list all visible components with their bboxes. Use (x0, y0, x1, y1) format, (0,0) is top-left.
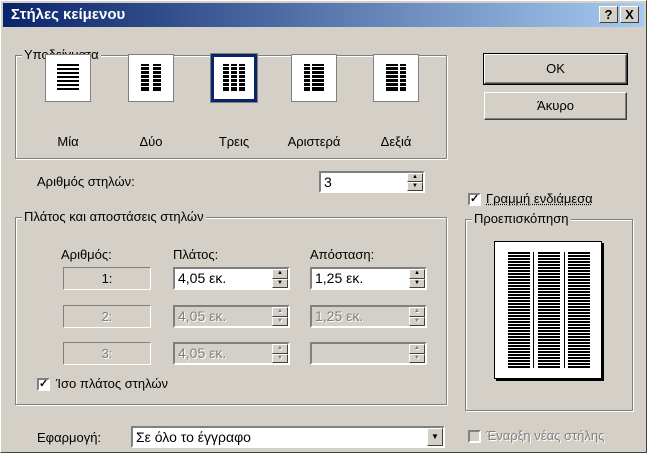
preset-right-label[interactable]: Δεξιά (361, 134, 431, 149)
spin-down-icon: ▼ (409, 316, 425, 326)
one-column-icon (57, 64, 79, 90)
preview-page (494, 241, 602, 379)
row-1-spacing-spinner[interactable]: 1,25 εκ. ▲ ▼ (310, 267, 427, 290)
ok-button[interactable]: OK (483, 53, 628, 85)
row-1-width-value[interactable]: 4,05 εκ. (178, 270, 226, 286)
preset-two[interactable] (128, 54, 174, 102)
three-columns-icon (223, 64, 245, 91)
spin-down-icon: ▼ (272, 353, 288, 363)
row-1-number: 1: (63, 267, 151, 290)
row-2-spacing-spinner: 1,25 εκ. ▲ ▼ (310, 305, 427, 328)
row-1-width-spinner[interactable]: 4,05 εκ. ▲ ▼ (173, 267, 290, 290)
row-3-width-spinner: 4,05 εκ. ▲ ▼ (173, 342, 290, 365)
chevron-down-icon[interactable]: ▼ (427, 428, 443, 446)
row-2-width-spinner: 4,05 εκ. ▲ ▼ (173, 305, 290, 328)
preset-three-label[interactable]: Τρεις (199, 134, 269, 149)
row-1-spacing-spin[interactable]: ▲ ▼ (409, 269, 425, 288)
number-header: Αριθμός: (61, 247, 112, 262)
spin-up-icon: ▲ (272, 344, 288, 354)
close-button[interactable]: X (620, 6, 639, 23)
dialog-title: Στήλες κείμενου (11, 6, 126, 23)
preset-one-label[interactable]: Μία (33, 134, 103, 149)
line-between-checkbox[interactable]: ✓ (468, 193, 481, 206)
preset-right[interactable] (373, 54, 419, 102)
width-spacing-legend: Πλάτος και αποστάσεις στηλών (22, 209, 206, 224)
new-column-label: Έναρξη νέας στήλης (486, 428, 605, 443)
preset-left[interactable] (291, 54, 337, 102)
title-bar[interactable]: Στήλες κείμενου ? X (3, 3, 644, 27)
row-1-spacing-value[interactable]: 1,25 εκ. (315, 270, 363, 286)
new-column-checkbox (468, 430, 481, 443)
width-header: Πλάτος: (173, 247, 219, 262)
column-count-label: Αριθμός στηλών: (37, 174, 135, 189)
equal-width-label[interactable]: Ίσο πλάτος στηλών (56, 376, 168, 391)
cancel-button[interactable]: Άκυρο (484, 92, 627, 120)
column-count-spin-buttons[interactable]: ▲ ▼ (407, 173, 423, 191)
spin-down-icon[interactable]: ▼ (272, 278, 288, 288)
apply-to-dropdown[interactable]: Σε όλο το έγγραφο ▼ (131, 426, 445, 448)
preview-legend: Προεπισκόπηση (472, 211, 571, 226)
preview-columns-icon (508, 252, 590, 368)
equal-width-checkbox[interactable]: ✓ (37, 378, 50, 391)
preset-left-label[interactable]: Αριστερά (279, 134, 349, 149)
spin-down-icon[interactable]: ▼ (409, 278, 425, 288)
row-2-width-spin: ▲ ▼ (272, 307, 288, 326)
preset-one[interactable] (45, 54, 91, 102)
two-columns-icon (141, 64, 161, 91)
row-2-number: 2: (63, 305, 151, 328)
row-3-width-value: 4,05 εκ. (178, 345, 227, 361)
spin-up-icon: ▲ (409, 344, 425, 354)
spin-up-icon[interactable]: ▲ (272, 269, 288, 279)
apply-to-label: Εφαρμογή: (37, 430, 102, 445)
spin-down-icon[interactable]: ▼ (407, 182, 423, 191)
spacing-header: Απόσταση: (310, 247, 375, 262)
row-3-number: 3: (63, 342, 151, 365)
apply-to-value[interactable]: Σε όλο το έγγραφο (136, 429, 251, 445)
column-count-spinner[interactable]: 3 ▲ ▼ (319, 171, 425, 193)
row-2-width-value: 4,05 εκ. (178, 308, 227, 324)
help-button[interactable]: ? (599, 6, 618, 23)
line-between-label[interactable]: Γραμμή ενδιάμεσα (486, 191, 593, 206)
spin-down-icon: ▼ (409, 353, 425, 363)
preset-two-label[interactable]: Δύο (116, 134, 186, 149)
columns-dialog: Στήλες κείμενου ? X Υποδείγματα (0, 0, 647, 453)
spin-up-icon: ▲ (409, 307, 425, 317)
row-2-spacing-value: 1,25 εκ. (315, 308, 364, 324)
row-3-spacing-spin: ▲ ▼ (409, 344, 425, 363)
preset-three[interactable] (210, 53, 258, 103)
spin-up-icon: ▲ (272, 307, 288, 317)
row-2-spacing-spin: ▲ ▼ (409, 307, 425, 326)
spin-up-icon[interactable]: ▲ (409, 269, 425, 279)
left-column-icon (304, 64, 324, 91)
row-3-width-spin: ▲ ▼ (272, 344, 288, 363)
row-3-spacing-spinner: ▲ ▼ (310, 342, 427, 365)
column-count-value[interactable]: 3 (324, 174, 332, 190)
spin-up-icon[interactable]: ▲ (407, 173, 423, 182)
row-1-width-spin[interactable]: ▲ ▼ (272, 269, 288, 288)
spin-down-icon: ▼ (272, 316, 288, 326)
right-column-icon (386, 64, 406, 91)
